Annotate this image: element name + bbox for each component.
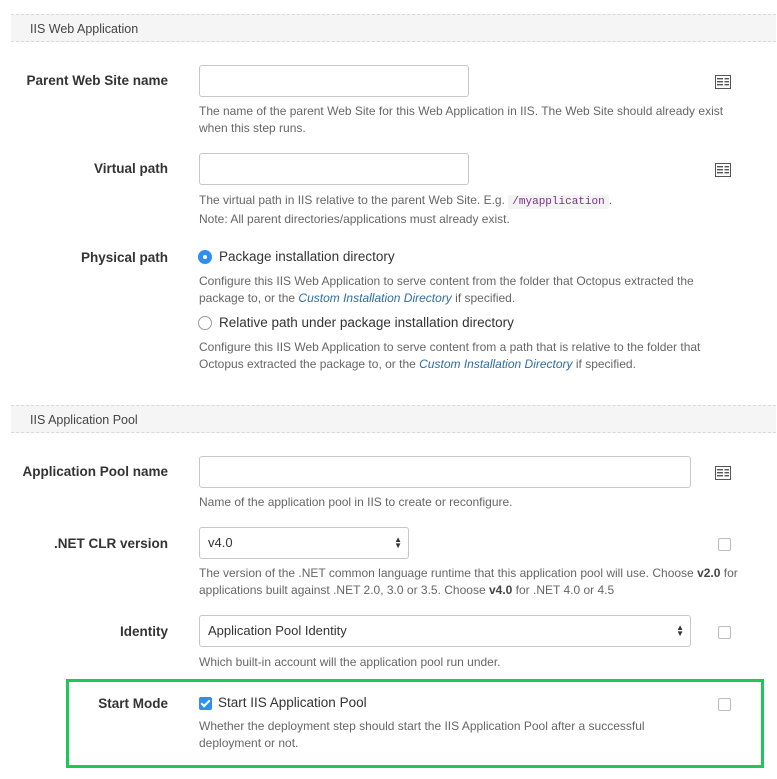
radio-label-relative-path[interactable]: Relative path under package installation…: [219, 315, 514, 330]
custom-installation-directory-link[interactable]: Custom Installation Directory: [298, 291, 451, 305]
physical-path-label: Physical path: [80, 250, 168, 265]
bind-expression-checkbox[interactable]: [718, 698, 731, 711]
virtual-path-input[interactable]: [199, 153, 469, 185]
variable-picker-icon[interactable]: [715, 75, 731, 89]
identity-select[interactable]: Application Pool Identity ▲ ▼: [199, 615, 691, 647]
app-pool-name-help: Name of the application pool in IIS to c…: [199, 495, 513, 509]
option1-help-suffix: if specified.: [455, 291, 516, 305]
clr-version-select[interactable]: v4.0 ▲ ▼: [199, 527, 409, 559]
variable-picker-icon[interactable]: [715, 466, 731, 480]
clr-help-text-d: for .NET 4.0 or 4.5: [515, 583, 615, 597]
virtual-path-example-code: /myapplication: [508, 195, 609, 209]
radio-relative-path[interactable]: [198, 316, 212, 330]
select-arrows-icon: ▲ ▼: [394, 535, 402, 550]
radio-label-package-installation-directory[interactable]: Package installation directory: [219, 249, 395, 264]
physical-path-option2-help: Configure this IIS Web Application to se…: [199, 339, 739, 373]
clr-version-help: The version of the .NET common language …: [199, 565, 744, 599]
select-arrows-icon: ▲ ▼: [676, 623, 684, 638]
parent-site-input[interactable]: [199, 65, 469, 97]
start-app-pool-checkbox-label[interactable]: Start IIS Application Pool: [218, 695, 367, 710]
variable-picker-icon[interactable]: [715, 163, 731, 177]
parent-site-label: Parent Web Site name: [26, 73, 168, 88]
identity-label: Identity: [119, 624, 168, 639]
bind-expression-checkbox[interactable]: [718, 626, 731, 639]
start-mode-help: Whether the deployment step should start…: [199, 719, 645, 750]
clr-help-v4: v4.0: [488, 583, 513, 597]
virtual-path-help-note: Note: All parent directories/application…: [199, 212, 510, 226]
start-mode-label: Start Mode: [98, 696, 168, 711]
custom-installation-directory-link[interactable]: Custom Installation Directory: [419, 357, 572, 371]
virtual-path-help-suffix: .: [608, 193, 613, 207]
app-pool-name-input[interactable]: [199, 456, 691, 488]
physical-path-option1-help: Configure this IIS Web Application to se…: [199, 273, 739, 307]
start-app-pool-checkbox[interactable]: [199, 697, 212, 710]
virtual-path-help: The virtual path in IIS relative to the …: [199, 192, 734, 228]
app-pool-name-label: Application Pool name: [22, 464, 168, 479]
clr-help-text-a: The version of the .NET common language …: [199, 566, 694, 580]
radio-package-installation-directory[interactable]: [198, 250, 212, 264]
clr-version-selected: v4.0: [208, 535, 233, 550]
identity-help: Which built-in account will the applicat…: [199, 655, 501, 669]
option2-help-suffix: if specified.: [575, 357, 636, 371]
virtual-path-label: Virtual path: [93, 161, 168, 176]
parent-site-help: The name of the parent Web Site for this…: [199, 104, 724, 135]
section-header-application-pool: IIS Application Pool: [11, 405, 776, 433]
identity-selected: Application Pool Identity: [208, 623, 347, 638]
clr-help-v2: v2.0: [697, 566, 721, 580]
virtual-path-help-text: The virtual path in IIS relative to the …: [199, 193, 505, 207]
bind-expression-checkbox[interactable]: [718, 538, 731, 551]
clr-version-label: .NET CLR version: [53, 536, 168, 551]
section-header-web-application: IIS Web Application: [11, 14, 776, 42]
